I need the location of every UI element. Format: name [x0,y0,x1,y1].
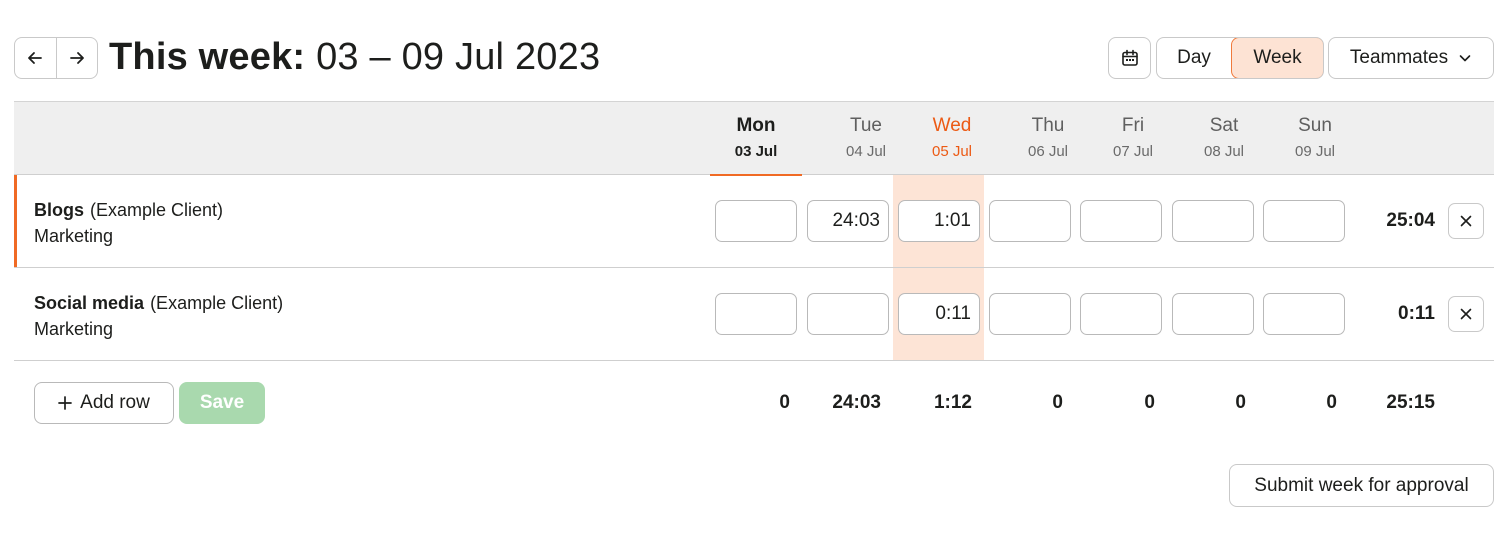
close-icon [1460,308,1472,320]
time-entry-sun[interactable] [1263,200,1345,242]
time-entry-mon[interactable] [715,293,797,335]
day-date: 04 Jul [845,143,887,160]
title-prefix: This week: [109,36,306,78]
day-date: 06 Jul [1027,143,1069,160]
plus-icon [58,396,72,410]
row-total: 0:11 [1398,303,1435,324]
day-total-sun: 0 [1326,392,1337,413]
time-entry-sat[interactable] [1172,293,1254,335]
client-name: (Example Client) [150,293,284,313]
day-header-mon[interactable]: Mon 03 Jul [710,101,802,176]
calendar-button[interactable] [1108,37,1151,79]
task-name: Marketing [34,319,114,339]
calendar-icon [1121,49,1138,66]
project-name: Blogs [34,200,85,220]
time-entry-wed[interactable] [898,200,980,242]
time-entry-mon[interactable] [715,200,797,242]
week-nav [14,37,98,79]
time-entry-fri[interactable] [1080,200,1162,242]
day-date: 05 Jul [931,143,973,160]
add-row-label: Add row [80,392,150,413]
previous-week-button[interactable] [15,38,56,78]
row-project-info: Blogs (Example Client) Marketing [34,197,223,249]
row-project-info: Social media (Example Client) Marketing [34,290,283,342]
page-title: This week: 03 – 09 Jul 2023 [109,34,600,80]
teammates-dropdown[interactable]: Teammates [1328,37,1494,79]
day-total-thu: 0 [1052,392,1063,413]
day-header-sat[interactable]: Sat 08 Jul [1178,101,1270,175]
day-header-thu[interactable]: Thu 06 Jul [1002,101,1094,175]
day-name: Sat [1209,115,1239,136]
day-header-tue[interactable]: Tue 04 Jul [820,101,912,175]
view-switcher: Day Week [1156,37,1324,79]
day-date: 09 Jul [1294,143,1336,160]
view-week-button[interactable]: Week [1231,38,1323,78]
teammates-label: Teammates [1349,47,1449,68]
day-header-wed[interactable]: Wed 05 Jul [906,101,998,175]
day-total-wed: 1:12 [933,392,972,413]
time-entry-tue[interactable] [807,293,889,335]
day-name: Wed [932,115,972,136]
arrow-right-icon [69,52,84,64]
close-icon [1460,215,1472,227]
client-name: (Example Client) [90,200,224,220]
view-day-button[interactable]: Day [1157,38,1231,78]
day-total-tue: 24:03 [832,392,881,413]
delete-row-button[interactable] [1448,296,1484,332]
time-entry-fri[interactable] [1080,293,1162,335]
day-name: Mon [736,115,776,136]
add-row-button[interactable]: Add row [34,382,174,424]
project-name: Social media [34,293,145,313]
day-total-mon: 0 [779,392,790,413]
time-entry-thu[interactable] [989,200,1071,242]
time-entry-tue[interactable] [807,200,889,242]
time-entry-thu[interactable] [989,293,1071,335]
delete-row-button[interactable] [1448,203,1484,239]
save-button[interactable]: Save [179,382,265,424]
day-name: Tue [849,115,883,136]
arrow-left-icon [28,52,43,64]
day-total-sat: 0 [1235,392,1246,413]
day-date: 07 Jul [1112,143,1154,160]
chevron-down-icon [1459,55,1471,62]
submit-week-button[interactable]: Submit week for approval [1229,464,1494,507]
day-header-sun[interactable]: Sun 09 Jul [1269,101,1361,175]
row-total: 25:04 [1386,210,1435,231]
time-entry-sat[interactable] [1172,200,1254,242]
day-date: 08 Jul [1203,143,1245,160]
next-week-button[interactable] [55,38,98,78]
day-total-fri: 0 [1144,392,1155,413]
task-name: Marketing [34,226,114,246]
day-name: Thu [1031,115,1065,136]
grand-total: 25:15 [1386,392,1435,413]
day-name: Sun [1298,115,1332,136]
day-date: 03 Jul [734,143,778,160]
time-entry-sun[interactable] [1263,293,1345,335]
time-entry-wed[interactable] [898,293,980,335]
day-name: Fri [1121,115,1145,136]
day-header-fri[interactable]: Fri 07 Jul [1087,101,1179,175]
title-range: 03 – 09 Jul 2023 [316,36,601,78]
